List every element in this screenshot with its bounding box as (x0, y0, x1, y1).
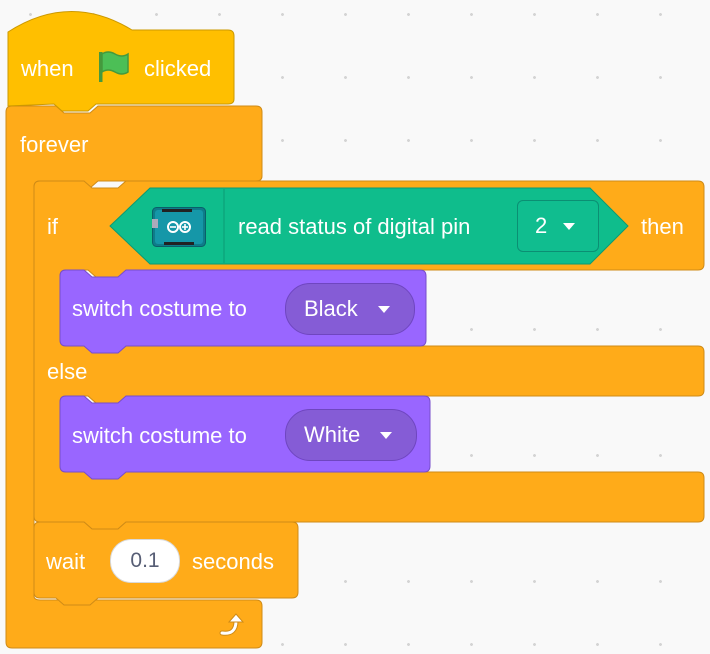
condition-text: read status of digital pin (238, 214, 471, 239)
hat-clicked-label: clicked (144, 56, 212, 81)
seconds-label: seconds (192, 549, 274, 574)
digital-pin-value: 2 (535, 213, 548, 238)
digital-pin-dropdown[interactable]: 2 (517, 200, 599, 252)
costume-value: Black (304, 296, 358, 321)
green-flag-icon (99, 51, 129, 82)
chevron-down-icon (563, 223, 575, 230)
switch-costume-label: switch costume to (72, 423, 247, 448)
costume-value: White (304, 422, 361, 447)
hat-when-label: when (21, 56, 74, 81)
chevron-down-icon (380, 432, 392, 439)
if-label: if (47, 214, 58, 239)
chevron-down-icon (378, 306, 390, 313)
else-label: else (47, 359, 88, 384)
then-label: then (641, 214, 684, 239)
wait-label: wait (46, 549, 86, 574)
switch-costume-label: switch costume to (72, 296, 247, 321)
rotate-arrow-icon (219, 613, 245, 636)
arduino-board-icon (152, 207, 206, 247)
costume-dropdown-black[interactable]: Black (285, 283, 415, 335)
costume-dropdown-white[interactable]: White (285, 409, 417, 461)
wait-seconds-input[interactable]: 0.1 (110, 539, 180, 583)
forever-label: forever (20, 132, 89, 157)
